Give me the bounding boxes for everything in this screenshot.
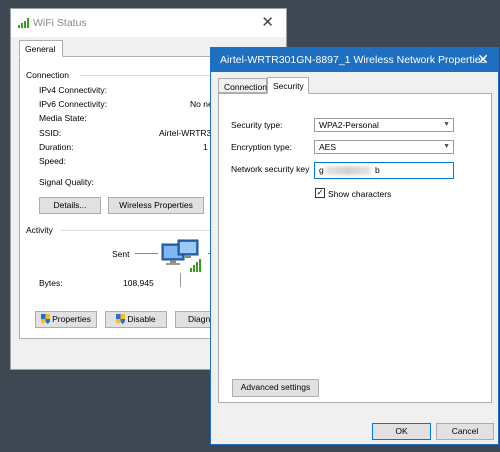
disable-label: Disable — [127, 314, 156, 324]
close-icon[interactable]: ✕ — [477, 51, 489, 68]
wireless-properties-button[interactable]: Wireless Properties — [108, 197, 204, 214]
network-key-label: Network security key — [231, 164, 310, 174]
properties-button[interactable]: Properties — [35, 311, 97, 328]
activity-header: Activity — [26, 225, 53, 235]
wifi-signal-icon — [18, 18, 30, 30]
ipv6-label: IPv6 Connectivity: — [39, 99, 108, 109]
show-characters-checkbox[interactable]: ✓ — [315, 188, 325, 198]
media-state-label: Media State: — [39, 113, 87, 123]
uac-shield-icon — [41, 314, 51, 324]
chevron-down-icon: ▼ — [443, 121, 450, 128]
speed-label: Speed: — [39, 156, 66, 166]
properties-titlebar[interactable]: Airtel-WRTR301GN-8897_1 Wireless Network… — [211, 48, 498, 72]
ssid-label: SSID: — [39, 128, 62, 138]
connection-header: Connection — [26, 70, 70, 80]
close-icon[interactable]: ✕ — [261, 13, 274, 31]
show-characters-label[interactable]: Show characters — [328, 189, 391, 199]
signal-quality-label: Signal Quality: — [39, 177, 94, 187]
network-key-start: g — [319, 165, 324, 175]
bytes-label: Bytes: — [39, 278, 63, 288]
encryption-type-value: AES — [319, 142, 337, 152]
security-type-value: WPA2-Personal — [319, 120, 379, 130]
wifi-status-titlebar[interactable]: WiFi Status ✕ — [11, 9, 286, 37]
disable-button[interactable]: Disable — [105, 311, 167, 328]
security-panel: Security type: WPA2-Personal ▼ Encryptio… — [218, 93, 492, 403]
divider — [135, 253, 158, 254]
encryption-type-label: Encryption type: — [231, 142, 292, 152]
window-title: Airtel-WRTR301GN-8897_1 Wireless Network… — [220, 54, 486, 66]
sent-label: Sent — [112, 249, 130, 259]
check-icon: ✓ — [316, 188, 324, 197]
tab-connection[interactable]: Connection — [218, 78, 267, 93]
advanced-settings-button[interactable]: Advanced settings — [232, 379, 319, 397]
security-type-select[interactable]: WPA2-Personal ▼ — [314, 118, 454, 132]
ok-button[interactable]: OK — [372, 423, 431, 440]
properties-label: Properties — [52, 314, 91, 324]
cancel-button[interactable]: Cancel — [436, 423, 494, 440]
uac-shield-icon — [116, 314, 126, 324]
tab-security[interactable]: Security — [267, 77, 309, 94]
tab-general[interactable]: General — [19, 40, 63, 57]
security-type-label: Security type: — [231, 120, 283, 130]
chevron-down-icon: ▼ — [443, 143, 450, 150]
divider — [180, 273, 181, 287]
window-title: WiFi Status — [33, 17, 87, 29]
wireless-properties-window: Airtel-WRTR301GN-8897_1 Wireless Network… — [210, 47, 499, 445]
duration-label: Duration: — [39, 142, 74, 152]
redacted-key-blur — [325, 166, 371, 175]
network-key-input[interactable]: g b — [314, 162, 454, 179]
encryption-type-select[interactable]: AES ▼ — [314, 140, 454, 154]
details-button[interactable]: Details... — [39, 197, 101, 214]
ipv4-label: IPv4 Connectivity: — [39, 85, 108, 95]
bytes-sent-value: 108,945 — [123, 278, 154, 288]
network-key-end: b — [375, 165, 380, 175]
network-computer-icon — [160, 238, 206, 278]
